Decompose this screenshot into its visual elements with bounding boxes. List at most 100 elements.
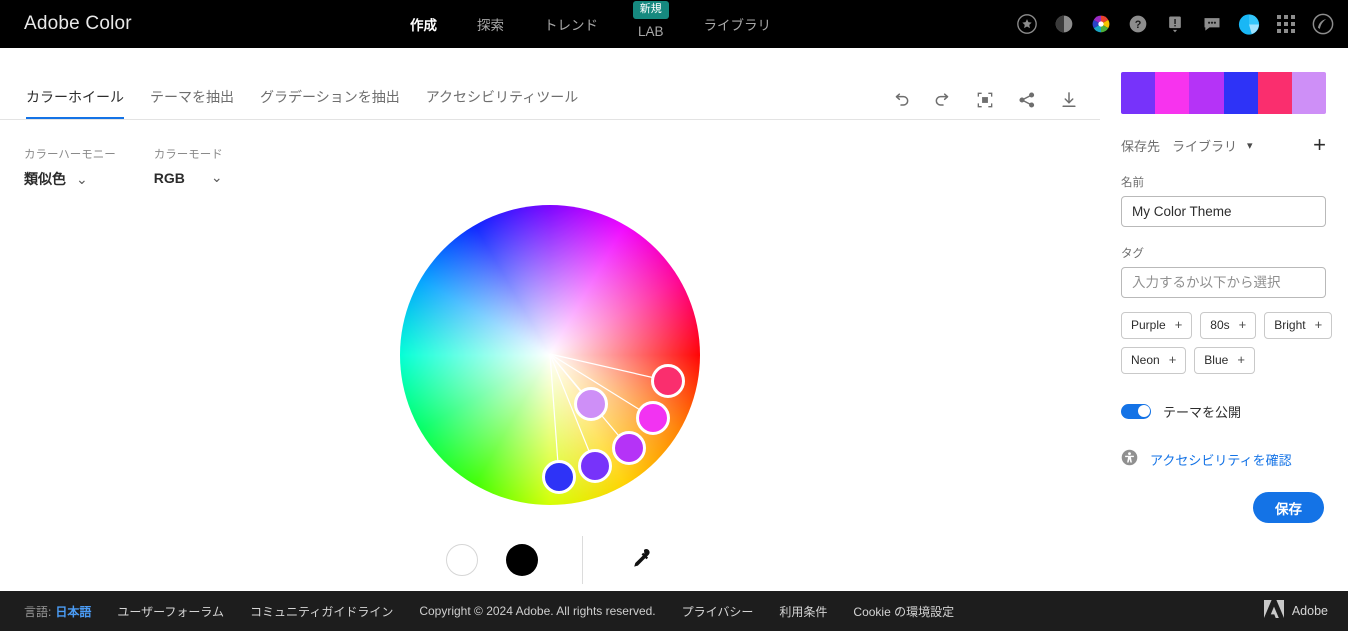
chevron-down-icon[interactable]: ▾ [1247, 139, 1253, 152]
footer-copyright: Copyright © 2024 Adobe. All rights reser… [419, 604, 656, 618]
tags-field-label: タグ [1121, 248, 1144, 260]
theme-swatch-6[interactable] [1291, 72, 1326, 114]
theme-swatch-3[interactable] [1189, 72, 1224, 114]
theme-name-input[interactable] [1121, 196, 1326, 227]
tag-suggestion-list: Purple +80s + Bright + Neon + Blue + [1121, 312, 1333, 374]
star-icon[interactable] [1016, 13, 1038, 35]
nav-item-library[interactable]: ライブラリ [684, 0, 792, 48]
footer-adobe-brand: Adobe [1263, 599, 1328, 623]
language-link[interactable]: 日本語 [55, 603, 91, 620]
footer-link-terms[interactable]: 利用条件 [779, 603, 827, 620]
marker-4[interactable] [612, 431, 646, 465]
undo-icon[interactable] [890, 89, 912, 111]
plus-icon: + [1314, 317, 1323, 332]
black-swatch-button[interactable] [505, 544, 538, 576]
color-wheel-area [0, 120, 1100, 590]
redo-icon[interactable] [932, 89, 954, 111]
theme-swatch-5[interactable] [1257, 72, 1292, 114]
language-label: 言語: [24, 604, 52, 619]
app-grid-icon[interactable] [1275, 13, 1297, 35]
tab-color-wheel[interactable]: カラーホイール [24, 87, 137, 119]
app-header: Adobe Color 作成 探索 トレンド 新規 LAB ライブラリ ? [0, 0, 1348, 48]
theme-swatch-bar[interactable] [1121, 72, 1326, 114]
main-navigation: 作成 探索 トレンド 新規 LAB ライブラリ [390, 0, 791, 48]
nav-item-trends[interactable]: トレンド [524, 0, 618, 48]
help-icon[interactable]: ? [1127, 13, 1149, 35]
bottom-color-controls [0, 530, 1100, 590]
theme-settings-panel: 保存先 ライブラリ ▾ + 名前 タグ Purple+80s+Bright+Ne… [1100, 48, 1348, 591]
notifications-icon[interactable] [1164, 13, 1186, 35]
creative-cloud-icon[interactable] [1312, 13, 1334, 35]
nav-item-create[interactable]: 作成 [390, 0, 457, 48]
marker-1[interactable] [651, 364, 685, 398]
tag-label: Blue [1204, 352, 1229, 367]
app-footer: 言語: 日本語 ユーザーフォーラム コミュニティガイドライン Copyright… [0, 591, 1348, 631]
accessibility-icon [1121, 449, 1138, 471]
tags-input[interactable] [1121, 267, 1326, 298]
nav-item-lab[interactable]: 新規 LAB [618, 0, 684, 48]
nav-label: 探索 [477, 18, 504, 33]
toggle-knob [1137, 405, 1150, 418]
tag-chip-bright[interactable]: Bright + [1264, 312, 1333, 339]
marker-3[interactable] [574, 387, 608, 421]
nav-label: トレンド [544, 18, 598, 33]
tab-accessibility-tools[interactable]: アクセシビリティツール [413, 87, 591, 119]
footer-left-links: 言語: 日本語 ユーザーフォーラム コミュニティガイドライン Copyright… [0, 603, 980, 620]
tab-extract-theme[interactable]: テーマを抽出 [137, 87, 247, 119]
tag-label: Purple [1131, 317, 1166, 332]
save-button[interactable]: 保存 [1253, 492, 1324, 523]
tab-label: テーマを抽出 [150, 89, 234, 105]
footer-link-privacy[interactable]: プライバシー [682, 603, 754, 620]
tag-chip-purple[interactable]: Purple + [1121, 312, 1193, 339]
marker-2[interactable] [636, 401, 670, 435]
avatar[interactable] [1238, 13, 1260, 35]
new-badge: 新規 [632, 1, 669, 19]
tag-chip-neon[interactable]: Neon + [1121, 346, 1187, 374]
nav-item-explore[interactable]: 探索 [457, 0, 524, 48]
tab-list: カラーホイール テーマを抽出 グラデーションを抽出 アクセシビリティツール [24, 87, 591, 119]
name-field-label: 名前 [1121, 177, 1144, 189]
tab-label: カラーホイール [26, 89, 124, 105]
save-to-value[interactable]: ライブラリ [1172, 136, 1237, 155]
app-brand[interactable]: Adobe Color [24, 0, 132, 48]
marker-6[interactable] [542, 460, 576, 494]
share-icon[interactable] [1016, 89, 1038, 111]
tab-label: アクセシビリティツール [425, 89, 579, 105]
color-wheel-icon[interactable] [1090, 13, 1112, 35]
chat-icon[interactable] [1201, 13, 1223, 35]
publish-theme-label: テーマを公開 [1163, 404, 1242, 420]
theme-swatch-1[interactable] [1121, 72, 1156, 114]
header-icon-group: ? [1016, 0, 1334, 48]
plus-icon: + [1168, 351, 1177, 367]
eyedropper-icon[interactable] [627, 546, 655, 574]
theme-swatch-2[interactable] [1155, 72, 1190, 114]
tag-label: Bright [1274, 317, 1306, 332]
plus-icon: + [1238, 317, 1247, 332]
white-swatch-button[interactable] [445, 544, 478, 576]
add-library-icon[interactable]: + [1313, 134, 1326, 156]
footer-link-community-guidelines[interactable]: コミュニティガイドライン [250, 603, 393, 620]
tag-chip-80s[interactable]: 80s + [1200, 312, 1257, 339]
marker-connector-lines [549, 353, 669, 478]
tab-bar: カラーホイール テーマを抽出 グラデーションを抽出 アクセシビリティツール [0, 48, 1100, 120]
publish-theme-row: テーマを公開 [1121, 402, 1324, 421]
footer-link-user-forum[interactable]: ユーザーフォーラム [117, 603, 224, 620]
theme-swatch-4[interactable] [1223, 72, 1258, 114]
nav-label: ライブラリ [703, 18, 772, 33]
fullscreen-icon[interactable] [974, 89, 996, 111]
adobe-label: Adobe [1291, 604, 1328, 618]
download-icon[interactable] [1058, 89, 1080, 111]
plus-icon: + [1237, 351, 1245, 367]
plus-icon: + [1174, 317, 1183, 332]
footer-link-cookie-preferences[interactable]: Cookie の環境設定 [853, 603, 954, 620]
tag-label: Neon [1131, 352, 1160, 367]
publish-theme-toggle[interactable] [1121, 403, 1151, 419]
nav-label: 作成 [410, 18, 437, 33]
save-location-row: 保存先 ライブラリ ▾ + [1121, 134, 1326, 156]
save-to-label: 保存先 [1121, 138, 1161, 154]
tag-chip-blue[interactable]: Blue + [1194, 346, 1255, 374]
contrast-icon[interactable] [1053, 13, 1075, 35]
tab-extract-gradient[interactable]: グラデーションを抽出 [247, 87, 413, 119]
marker-5[interactable] [578, 449, 612, 483]
accessibility-check-link[interactable]: アクセシビリティを確認 [1150, 450, 1292, 469]
